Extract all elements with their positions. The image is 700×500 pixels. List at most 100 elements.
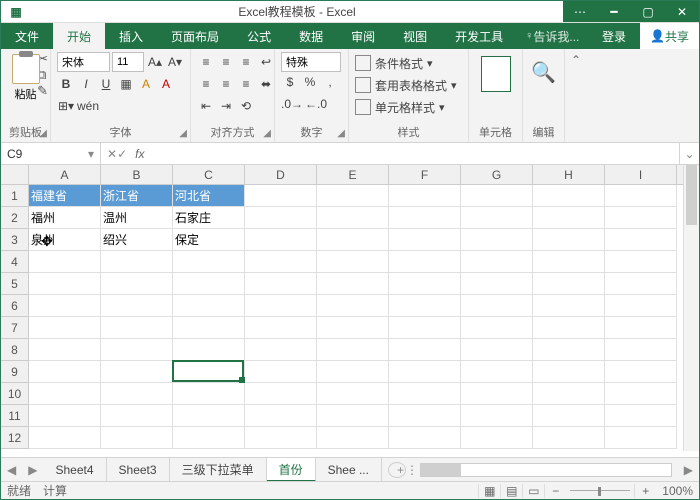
cell-B7[interactable] <box>101 317 173 339</box>
cell-B9[interactable] <box>101 361 173 383</box>
cell-B1[interactable]: 浙江省 <box>101 185 173 207</box>
cell-G10[interactable] <box>461 383 533 405</box>
cell-C10[interactable] <box>173 383 245 405</box>
tab-nav-prev-icon[interactable]: ◀ <box>1 463 22 477</box>
expand-formula-icon[interactable]: ⌄ <box>679 143 699 164</box>
italic-button[interactable]: I <box>77 74 95 94</box>
zoom-slider[interactable] <box>570 490 630 491</box>
cell-F8[interactable] <box>389 339 461 361</box>
font-launcher-icon[interactable]: ◢ <box>179 128 187 139</box>
fill-color-button[interactable]: A <box>137 74 155 94</box>
tab-data[interactable]: 数据 <box>285 23 337 49</box>
zoom-in-button[interactable]: + <box>634 484 656 498</box>
indent-inc-icon[interactable]: ⇥ <box>217 96 235 116</box>
cell-H8[interactable] <box>533 339 605 361</box>
chevron-down-icon[interactable]: ▾ <box>88 147 94 161</box>
cell-styles-button[interactable]: 单元格样式 ▾ <box>355 96 462 118</box>
cell-B3[interactable]: 绍兴 <box>101 229 173 251</box>
cell-G3[interactable] <box>461 229 533 251</box>
cell-A12[interactable] <box>29 427 101 449</box>
row-head-4[interactable]: 4 <box>1 251 29 273</box>
cell-F2[interactable] <box>389 207 461 229</box>
align-top-icon[interactable]: ≡ <box>197 52 215 72</box>
scrollbar-thumb[interactable] <box>686 165 697 225</box>
cell-F11[interactable] <box>389 405 461 427</box>
tab-view[interactable]: 视图 <box>389 23 441 49</box>
clipboard-launcher-icon[interactable]: ◢ <box>39 128 47 139</box>
col-head-A[interactable]: A <box>29 165 101 184</box>
row-head-8[interactable]: 8 <box>1 339 29 361</box>
cell-E10[interactable] <box>317 383 389 405</box>
tab-dev[interactable]: 开发工具 <box>441 23 517 49</box>
cell-C6[interactable] <box>173 295 245 317</box>
cell-E7[interactable] <box>317 317 389 339</box>
worksheet-grid[interactable]: ABCDEFGHI 123456789101112 福建省浙江省河北省福州温州石… <box>1 165 699 451</box>
cell-E2[interactable] <box>317 207 389 229</box>
cell-A11[interactable] <box>29 405 101 427</box>
cell-H3[interactable] <box>533 229 605 251</box>
cell-F1[interactable] <box>389 185 461 207</box>
zoom-thumb[interactable] <box>598 487 601 496</box>
number-format-select[interactable]: 特殊 <box>281 52 341 72</box>
row-head-1[interactable]: 1 <box>1 185 29 207</box>
cell-D2[interactable] <box>245 207 317 229</box>
col-head-D[interactable]: D <box>245 165 317 184</box>
col-head-B[interactable]: B <box>101 165 173 184</box>
cell-B2[interactable]: 温州 <box>101 207 173 229</box>
cell-C11[interactable] <box>173 405 245 427</box>
cell-F3[interactable] <box>389 229 461 251</box>
align-center-icon[interactable]: ≡ <box>217 74 235 94</box>
col-head-H[interactable]: H <box>533 165 605 184</box>
cell-D11[interactable] <box>245 405 317 427</box>
cell-I5[interactable] <box>605 273 677 295</box>
hscroll-right-icon[interactable]: ▶ <box>678 463 699 477</box>
cell-G9[interactable] <box>461 361 533 383</box>
cell-G11[interactable] <box>461 405 533 427</box>
cell-I4[interactable] <box>605 251 677 273</box>
view-break-icon[interactable]: ▭ <box>522 484 544 498</box>
cell-C1[interactable]: 河北省 <box>173 185 245 207</box>
cell-D6[interactable] <box>245 295 317 317</box>
merge-icon[interactable]: ⬌ <box>257 74 275 94</box>
cell-D1[interactable] <box>245 185 317 207</box>
sheet-tab[interactable]: Sheet4 <box>43 458 106 482</box>
cell-G12[interactable] <box>461 427 533 449</box>
close-button[interactable]: ✕ <box>665 1 699 22</box>
zoom-out-button[interactable]: − <box>544 484 566 498</box>
view-normal-icon[interactable]: ▦ <box>478 484 500 498</box>
cell-I3[interactable] <box>605 229 677 251</box>
vertical-scrollbar[interactable] <box>683 165 699 451</box>
tab-nav-next-icon[interactable]: ▶ <box>22 463 43 477</box>
cancel-icon[interactable]: ✕ <box>107 147 117 161</box>
cell-I6[interactable] <box>605 295 677 317</box>
cell-D9[interactable] <box>245 361 317 383</box>
share-button[interactable]: 👤 共享 <box>640 23 699 49</box>
font-name-select[interactable]: 宋体 <box>57 52 110 72</box>
format-table-button[interactable]: 套用表格格式 ▾ <box>355 74 462 96</box>
row-head-3[interactable]: 3 <box>1 229 29 251</box>
confirm-icon[interactable]: ✓ <box>117 147 127 161</box>
decrease-font-icon[interactable]: A▾ <box>166 52 184 72</box>
cell-F9[interactable] <box>389 361 461 383</box>
sheet-tab[interactable]: Sheet3 <box>107 458 170 482</box>
conditional-format-button[interactable]: 条件格式 ▾ <box>355 52 462 74</box>
borders-dropdown[interactable]: ⊞▾ <box>57 96 75 116</box>
font-size-select[interactable]: 11 <box>112 52 144 72</box>
cell-I9[interactable] <box>605 361 677 383</box>
cell-G4[interactable] <box>461 251 533 273</box>
login-button[interactable]: 登录 <box>588 23 640 49</box>
cell-A8[interactable] <box>29 339 101 361</box>
cell-D7[interactable] <box>245 317 317 339</box>
cell-H11[interactable] <box>533 405 605 427</box>
cell-D5[interactable] <box>245 273 317 295</box>
cell-E8[interactable] <box>317 339 389 361</box>
select-all-corner[interactable] <box>1 165 29 184</box>
cell-H1[interactable] <box>533 185 605 207</box>
cell-H9[interactable] <box>533 361 605 383</box>
cell-C2[interactable]: 石家庄 <box>173 207 245 229</box>
sheet-tab[interactable]: Shee ... <box>316 458 382 482</box>
cell-B4[interactable] <box>101 251 173 273</box>
cell-E5[interactable] <box>317 273 389 295</box>
comma-icon[interactable]: , <box>321 72 339 92</box>
tab-layout[interactable]: 页面布局 <box>157 23 233 49</box>
